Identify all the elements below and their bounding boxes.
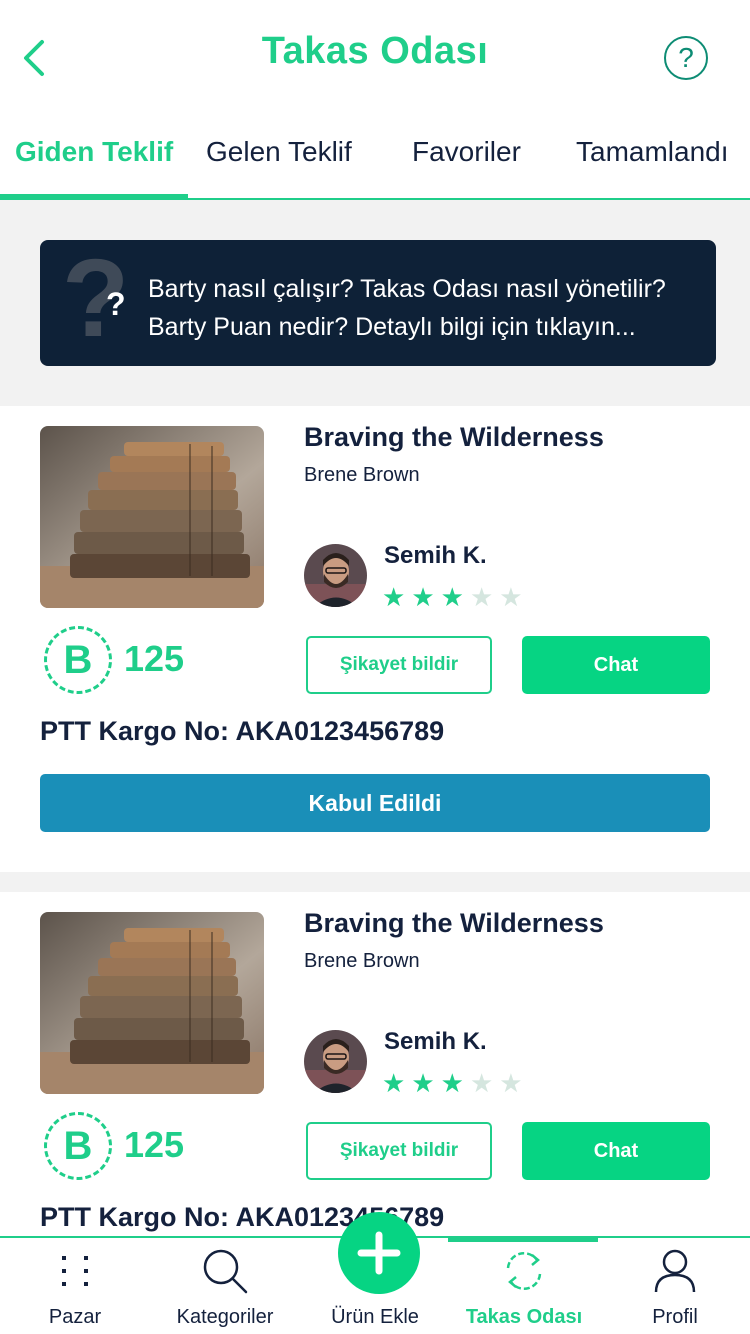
star-filled-icon: ★ xyxy=(440,1068,470,1098)
nav-label: Profil xyxy=(652,1306,698,1328)
nav-item-pazar[interactable]: Pazar xyxy=(0,1238,150,1334)
question-mark-small-icon: ? xyxy=(106,286,126,322)
nav-item-profil[interactable]: Profil xyxy=(600,1238,750,1334)
tab-gelen-teklif[interactable]: Gelen Teklif xyxy=(206,136,352,168)
swap-arrows-icon xyxy=(506,1252,542,1290)
page-title: Takas Odası xyxy=(261,30,489,72)
banner-text: Barty nasıl çalışır? Takas Odası nasıl y… xyxy=(148,270,708,346)
help-button[interactable]: ? xyxy=(664,36,708,80)
user-icon xyxy=(654,1249,696,1293)
star-empty-icon: ★ xyxy=(469,582,500,612)
book-title[interactable]: Braving the Wilderness xyxy=(304,908,604,939)
book-author: Brene Brown xyxy=(304,464,420,486)
book-author: Brene Brown xyxy=(304,950,420,972)
user-name[interactable]: Semih K. xyxy=(384,1028,487,1056)
accepted-status-button[interactable]: Kabul Edildi xyxy=(40,774,710,832)
barty-points-icon: B xyxy=(44,1112,112,1180)
report-button[interactable]: Şikayet bildir xyxy=(306,1122,492,1180)
star-empty-icon: ★ xyxy=(499,1068,529,1098)
rating-stars: ★★★★★ xyxy=(382,582,529,613)
rating-stars: ★★★★★ xyxy=(382,1068,529,1099)
nav-label: Ürün Ekle xyxy=(331,1306,419,1328)
app-header: Takas Odası ? xyxy=(0,0,750,110)
avatar[interactable] xyxy=(304,544,367,607)
search-icon xyxy=(203,1249,248,1294)
star-filled-icon: ★ xyxy=(411,582,441,612)
tab-favoriler[interactable]: Favoriler xyxy=(412,136,521,168)
book-image[interactable] xyxy=(40,912,264,1094)
book-title[interactable]: Braving the Wilderness xyxy=(304,422,604,453)
star-empty-icon: ★ xyxy=(499,582,529,612)
points-value: 125 xyxy=(124,638,185,679)
offer-tabs: Giden Teklif Gelen Teklif Favoriler Tama… xyxy=(0,110,750,200)
book-image[interactable] xyxy=(40,426,264,608)
chat-button[interactable]: Chat xyxy=(522,636,710,694)
nav-label: Kategoriler xyxy=(176,1306,274,1328)
active-tab-indicator xyxy=(0,194,188,198)
tab-giden-teklif[interactable]: Giden Teklif xyxy=(15,136,173,168)
banner-line-1: Barty nasıl çalışır? Takas Odası nasıl y… xyxy=(148,275,666,303)
star-empty-icon: ★ xyxy=(469,1068,500,1098)
plus-icon xyxy=(357,1231,401,1275)
add-product-button[interactable] xyxy=(338,1212,420,1294)
nav-label: Pazar xyxy=(48,1306,102,1328)
avatar[interactable] xyxy=(304,1030,367,1093)
user-name[interactable]: Semih K. xyxy=(384,542,487,570)
nav-item-kategoriler[interactable]: Kategoriler xyxy=(150,1238,300,1334)
nav-item-takas-odasi[interactable]: Takas Odası xyxy=(449,1238,599,1334)
nav-label: Takas Odası xyxy=(465,1306,583,1328)
tab-tamamlandi[interactable]: Tamamlandı xyxy=(576,136,729,168)
star-filled-icon: ★ xyxy=(382,1068,412,1098)
grid-dots-icon xyxy=(62,1256,88,1286)
star-filled-icon: ★ xyxy=(411,1068,441,1098)
offer-card: Braving the Wilderness Brene Brown Semih… xyxy=(0,406,750,872)
report-button[interactable]: Şikayet bildir xyxy=(306,636,492,694)
points-value: 125 xyxy=(124,1124,185,1165)
question-circle-icon: ? xyxy=(678,42,694,73)
barty-points-icon: B xyxy=(44,626,112,694)
banner-line-2: Barty Puan nedir? Detaylı bilgi için tık… xyxy=(148,313,636,341)
info-banner[interactable]: ? ? Barty nasıl çalışır? Takas Odası nas… xyxy=(40,240,716,366)
cargo-tracking-number: PTT Kargo No: AKA0123456789 xyxy=(40,716,445,746)
chat-button[interactable]: Chat xyxy=(522,1122,710,1180)
star-filled-icon: ★ xyxy=(440,582,470,612)
star-filled-icon: ★ xyxy=(382,582,412,612)
